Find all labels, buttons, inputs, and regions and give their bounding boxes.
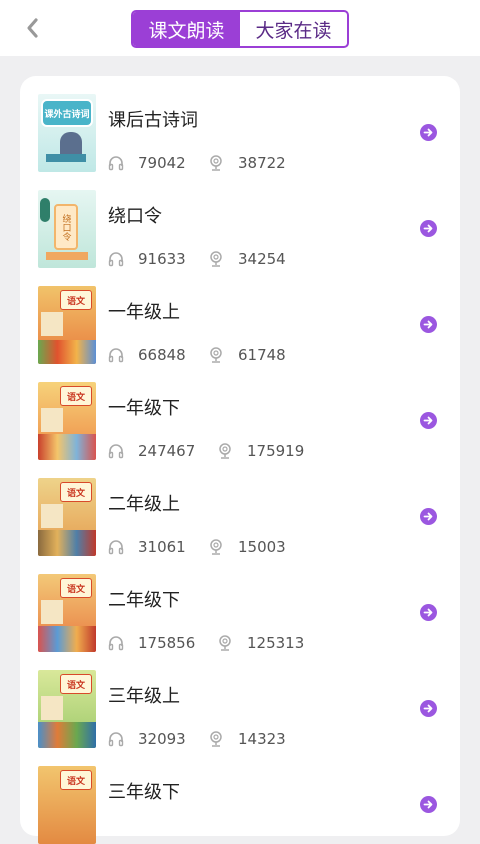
listen-count-value: 32093 (138, 730, 186, 748)
recording-count-value: 15003 (238, 538, 286, 556)
item-title: 二年级下 (108, 590, 180, 611)
cover-text: 课外古诗词 (44, 109, 90, 120)
list-item[interactable]: 语文 二年级下 175856 125313 (20, 556, 460, 652)
back-button[interactable] (18, 14, 46, 42)
recording-count: 15003 (208, 538, 286, 556)
book-cover: 语文 (38, 766, 96, 844)
recording-count: 34254 (208, 250, 286, 268)
tab-text-reading[interactable]: 课文朗读 (133, 12, 240, 46)
listen-count-value: 91633 (138, 250, 186, 268)
arrow-right-icon (423, 128, 433, 137)
recording-count: 61748 (208, 346, 286, 364)
arrow-right-icon (423, 608, 433, 617)
microphone-icon (210, 251, 222, 267)
cover-text: 语文 (66, 488, 85, 499)
cover-text: 语文 (66, 584, 85, 595)
recording-count-value: 34254 (238, 250, 286, 268)
microphone-icon (210, 347, 222, 363)
cover-text: 语文 (66, 296, 85, 307)
go-arrow-button[interactable] (420, 316, 437, 333)
item-title: 一年级下 (108, 398, 180, 419)
recording-count-value: 61748 (238, 346, 286, 364)
microphone-icon (219, 443, 231, 459)
headphones-icon (108, 540, 124, 555)
recording-count: 175919 (217, 442, 304, 460)
listen-count: 79042 (108, 154, 186, 172)
headphones-icon (108, 444, 124, 459)
microphone-icon (210, 539, 222, 555)
book-cover: 语文 (38, 382, 96, 460)
headphones-icon (108, 732, 124, 747)
arrow-right-icon (423, 320, 433, 329)
go-arrow-button[interactable] (420, 604, 437, 621)
recording-count-value: 125313 (247, 634, 305, 652)
recording-count-value: 38722 (238, 154, 286, 172)
item-title: 一年级上 (108, 302, 180, 323)
microphone-icon (219, 635, 231, 651)
item-title: 三年级下 (108, 782, 180, 803)
listen-count: 31061 (108, 538, 186, 556)
listen-count: 66848 (108, 346, 186, 364)
segmented-tabs: 课文朗读 大家在读 (131, 10, 349, 48)
headphones-icon (108, 636, 124, 651)
arrow-right-icon (423, 704, 433, 713)
go-arrow-button[interactable] (420, 508, 437, 525)
book-cover: 课外古诗词 (38, 94, 96, 172)
book-cover: 语文 (38, 286, 96, 364)
listen-count: 91633 (108, 250, 186, 268)
arrow-right-icon (423, 512, 433, 521)
listen-count: 32093 (108, 730, 186, 748)
listen-count: 247467 (108, 442, 195, 460)
tab-everyone-reading[interactable]: 大家在读 (240, 12, 347, 46)
recording-count: 125313 (217, 634, 304, 652)
headphones-icon (108, 348, 124, 363)
recording-count-value: 14323 (238, 730, 286, 748)
headphones-icon (108, 252, 124, 267)
list-item[interactable]: 课外古诗词 课后古诗词 79042 38722 (20, 76, 460, 172)
headphones-icon (108, 156, 124, 171)
go-arrow-button[interactable] (420, 700, 437, 717)
recording-count-value: 175919 (247, 442, 305, 460)
microphone-icon (210, 731, 222, 747)
listen-count-value: 31061 (138, 538, 186, 556)
cover-text: 语文 (66, 680, 85, 691)
list-item[interactable]: 语文 一年级下 247467 175919 (20, 364, 460, 460)
listen-count: 175856 (108, 634, 195, 652)
arrow-right-icon (423, 800, 433, 809)
chevron-left-icon (27, 18, 38, 38)
list-item[interactable]: 语文 二年级上 31061 15003 (20, 460, 460, 556)
cover-text: 绕口令 (60, 213, 71, 241)
textbook-list: 课外古诗词 课后古诗词 79042 38722 绕口令 绕口令 91633 34… (20, 76, 460, 844)
book-cover: 语文 (38, 670, 96, 748)
item-title: 绕口令 (108, 206, 162, 227)
list-item[interactable]: 语文 三年级下 (20, 748, 460, 844)
book-cover: 绕口令 (38, 190, 96, 268)
listen-count-value: 175856 (138, 634, 196, 652)
recording-count: 38722 (208, 154, 286, 172)
list-item[interactable]: 语文 一年级上 66848 61748 (20, 268, 460, 364)
listen-count-value: 247467 (138, 442, 196, 460)
cover-text: 语文 (66, 776, 85, 787)
arrow-right-icon (423, 416, 433, 425)
cover-text: 语文 (66, 392, 85, 403)
list-item[interactable]: 绕口令 绕口令 91633 34254 (20, 172, 460, 268)
recording-count: 14323 (208, 730, 286, 748)
go-arrow-button[interactable] (420, 796, 437, 813)
book-cover: 语文 (38, 478, 96, 556)
book-cover: 语文 (38, 574, 96, 652)
arrow-right-icon (423, 224, 433, 233)
item-title: 三年级上 (108, 686, 180, 707)
item-title: 课后古诗词 (108, 110, 198, 131)
listen-count-value: 66848 (138, 346, 186, 364)
top-bar: 课文朗读 大家在读 (0, 0, 480, 56)
go-arrow-button[interactable] (420, 412, 437, 429)
microphone-icon (210, 155, 222, 171)
list-item[interactable]: 语文 三年级上 32093 14323 (20, 652, 460, 748)
go-arrow-button[interactable] (420, 124, 437, 141)
listen-count-value: 79042 (138, 154, 186, 172)
item-title: 二年级上 (108, 494, 180, 515)
go-arrow-button[interactable] (420, 220, 437, 237)
